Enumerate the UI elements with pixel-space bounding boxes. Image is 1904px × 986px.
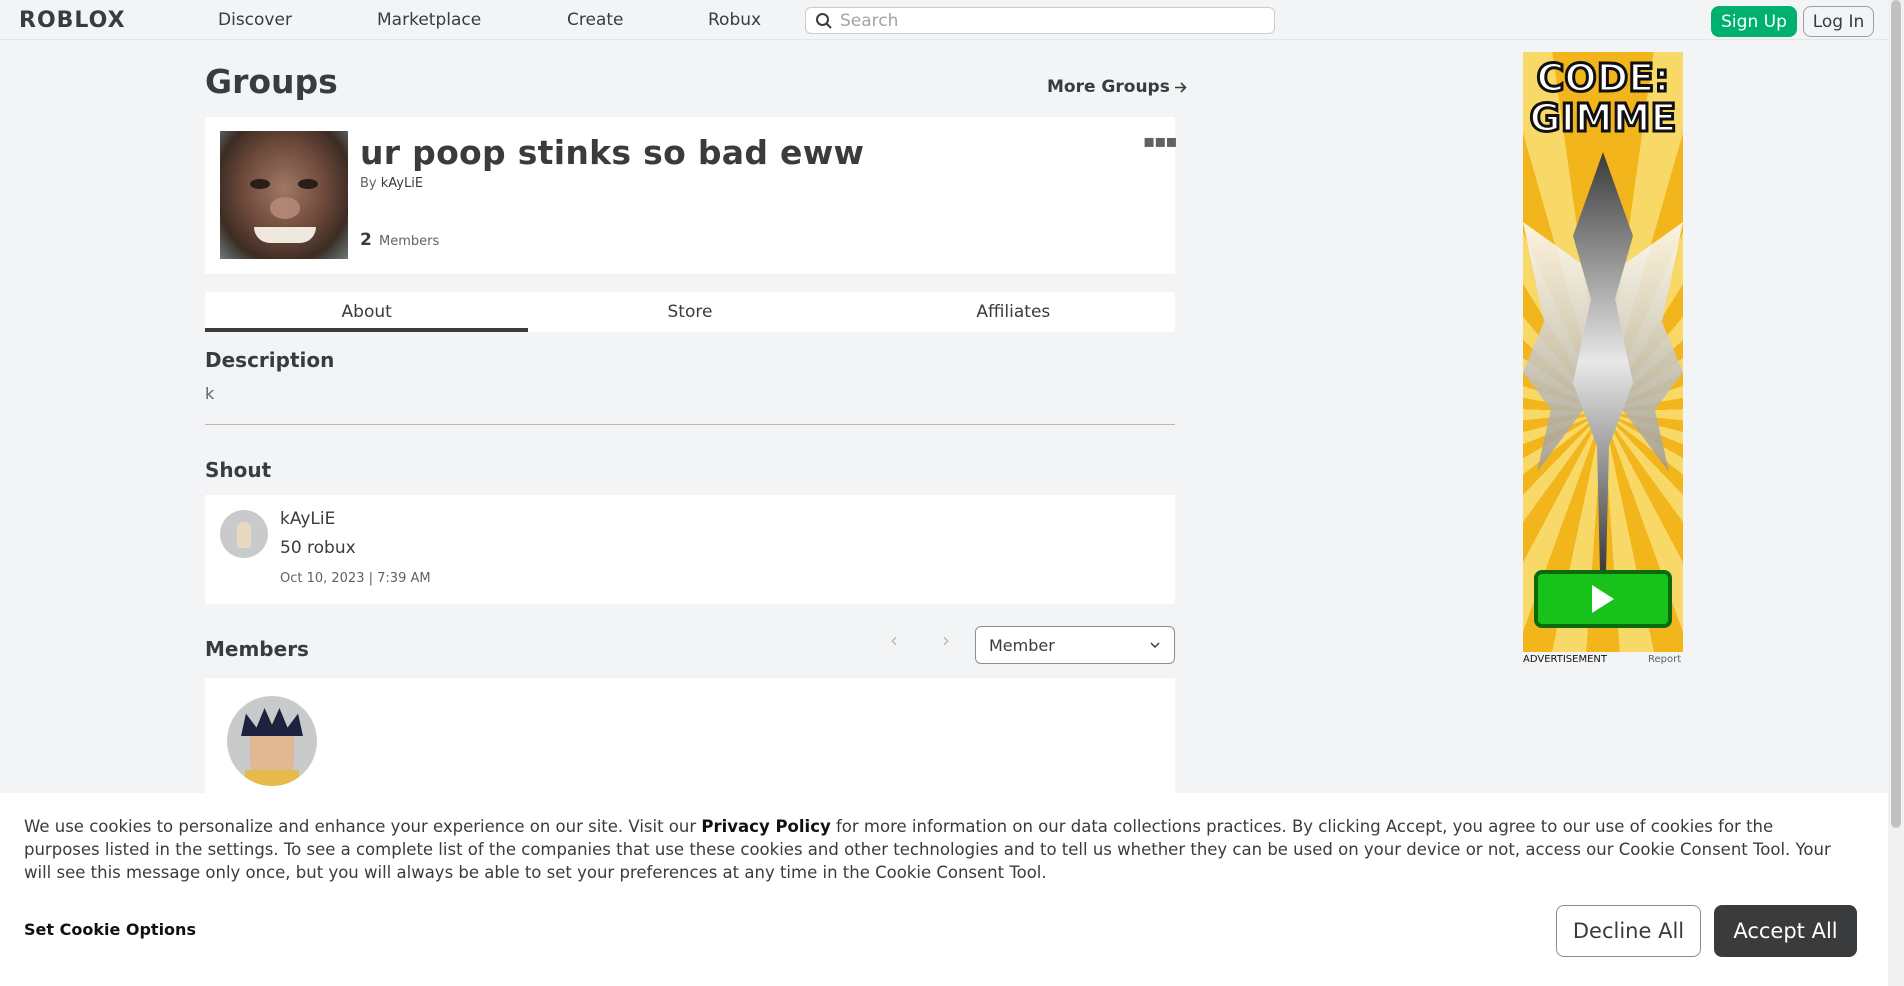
cookie-consent-text: We use cookies to personalize and enhanc…: [24, 815, 1854, 884]
member-count-value: 2: [360, 230, 372, 250]
emblem-eye-left: [250, 179, 270, 189]
chevron-right-icon[interactable]: ›: [942, 628, 950, 652]
description-heading: Description: [205, 348, 335, 372]
group-owner-line: By kAyLiE: [360, 176, 423, 191]
decline-all-button[interactable]: Decline All: [1556, 905, 1701, 957]
arrow-right-icon: [1174, 81, 1187, 93]
shout-timestamp: Oct 10, 2023 | 7:39 AM: [280, 571, 431, 586]
shout-card: kAyLiE 50 robux Oct 10, 2023 | 7:39 AM: [205, 495, 1175, 604]
play-icon[interactable]: [1534, 570, 1672, 628]
search-placeholder: Search: [840, 10, 899, 31]
sign-up-button[interactable]: Sign Up: [1711, 6, 1797, 37]
members-heading: Members: [205, 637, 309, 661]
ad-sword-graphic: [1573, 152, 1633, 572]
member-avatar[interactable]: [227, 696, 317, 786]
avatar-body: [245, 770, 299, 786]
member-count-label: Members: [378, 234, 440, 249]
emblem-eye-right: [298, 179, 318, 189]
emblem-mouth: [254, 227, 316, 243]
log-in-button[interactable]: Log In: [1803, 6, 1874, 37]
chevron-down-icon: [1150, 642, 1160, 649]
more-groups-link[interactable]: More Groups: [1047, 77, 1187, 97]
section-divider: [205, 424, 1175, 425]
cookie-consent-banner: We use cookies to personalize and enhanc…: [0, 793, 1888, 986]
avatar-figure: [237, 522, 251, 548]
members-list: [205, 678, 1175, 798]
tab-affiliates[interactable]: Affiliates: [852, 292, 1175, 332]
description-text: k: [205, 384, 215, 403]
group-member-count: 2 Members: [360, 230, 439, 250]
page-scrollbar[interactable]: [1888, 0, 1904, 986]
ellipsis-icon[interactable]: ▪▪▪: [1143, 131, 1178, 152]
set-cookie-options-link[interactable]: Set Cookie Options: [24, 920, 196, 939]
more-groups-label: More Groups: [1047, 77, 1170, 97]
shout-avatar[interactable]: [220, 510, 268, 558]
search-input[interactable]: Search: [805, 7, 1275, 34]
tab-store[interactable]: Store: [528, 292, 851, 332]
tab-about[interactable]: About: [205, 292, 529, 332]
group-name: ur poop stinks so bad eww: [360, 133, 865, 172]
avatar-crown: [241, 708, 303, 736]
nav-robux[interactable]: Robux: [708, 0, 761, 40]
scrollbar-thumb[interactable]: [1891, 0, 1901, 828]
group-by-prefix: By: [360, 176, 377, 191]
nav-marketplace[interactable]: Marketplace: [377, 0, 481, 40]
page-title: Groups: [205, 62, 338, 101]
shout-message: 50 robux: [280, 538, 356, 558]
advertisement-label: ADVERTISEMENT: [1523, 654, 1608, 665]
shout-username[interactable]: kAyLiE: [280, 509, 335, 529]
ad-headline: CODE: GIMME: [1528, 56, 1678, 140]
accept-all-button[interactable]: Accept All: [1714, 905, 1857, 957]
ad-report-link[interactable]: Report: [1648, 654, 1681, 665]
top-navigation-bar: ROBLOX Discover Marketplace Create Robux…: [0, 0, 1888, 40]
group-emblem-image: [220, 131, 348, 259]
shout-heading: Shout: [205, 458, 272, 482]
roblox-logo[interactable]: ROBLOX: [19, 8, 126, 33]
search-icon: [816, 13, 832, 29]
group-header-card: ur poop stinks so bad eww By kAyLiE 2 Me…: [205, 117, 1178, 274]
group-tabs: About Store Affiliates: [205, 292, 1175, 332]
role-filter-dropdown[interactable]: Member: [975, 626, 1175, 664]
role-filter-value: Member: [989, 635, 1055, 655]
cookie-text-before: We use cookies to personalize and enhanc…: [24, 817, 702, 836]
privacy-policy-link[interactable]: Privacy Policy: [701, 817, 830, 836]
nav-discover[interactable]: Discover: [218, 0, 292, 40]
nav-create[interactable]: Create: [567, 0, 624, 40]
advertisement-banner[interactable]: CODE: GIMME: [1523, 52, 1683, 652]
emblem-nose: [270, 197, 300, 219]
chevron-left-icon[interactable]: ‹: [890, 628, 898, 652]
group-owner-link[interactable]: kAyLiE: [381, 176, 423, 191]
